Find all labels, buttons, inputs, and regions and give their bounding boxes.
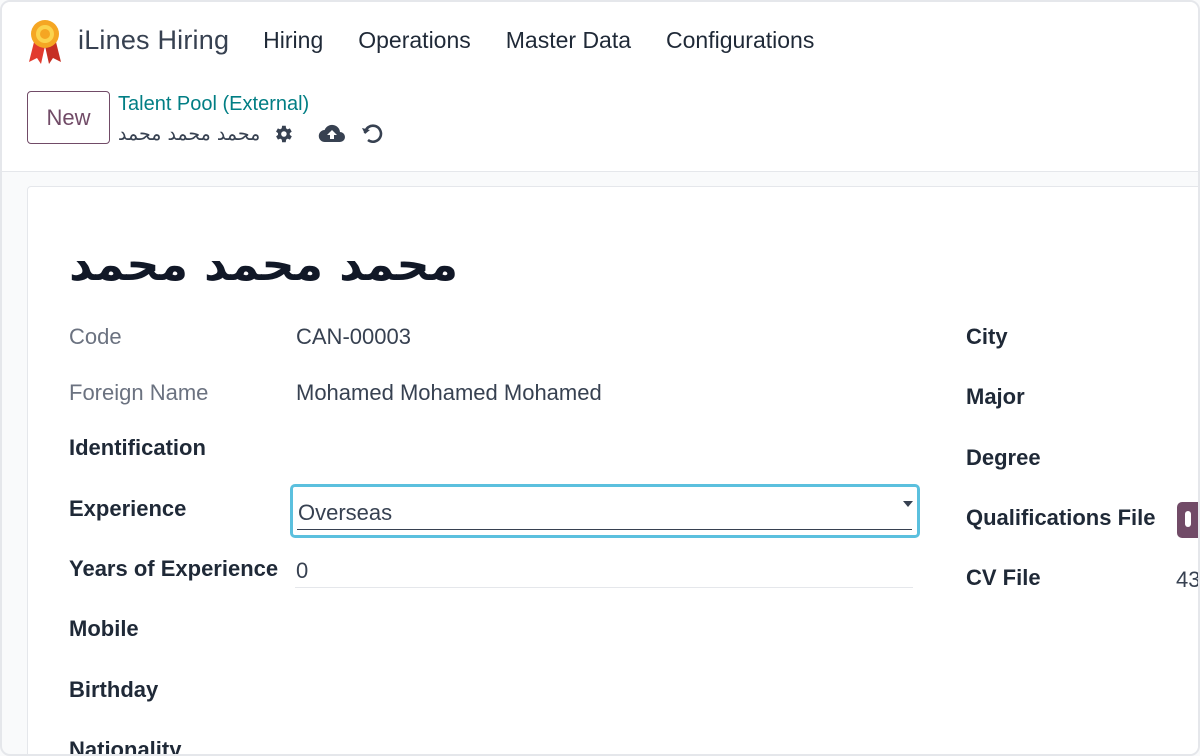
mobile-label: Mobile [69,616,139,641]
experience-label: Experience [69,496,187,521]
city-label: City [966,324,1008,349]
breadcrumb-talent-pool[interactable]: Talent Pool (External) [118,93,309,116]
menu-configurations[interactable]: Configurations [666,27,814,54]
code-label: Code [69,324,122,349]
award-ribbon-icon[interactable] [26,18,64,64]
years-input-underline [295,587,913,588]
breadcrumb-current: محمد محمد محمد [118,122,384,146]
code-value: CAN-00003 [296,324,411,349]
years-of-experience-input[interactable]: 0 [296,558,308,584]
foreign-name-label: Foreign Name [69,380,209,405]
cv-file-label: CV File [966,565,1041,590]
app-window: iLines Hiring Hiring Operations Master D… [0,0,1200,756]
birthday-label: Birthday [69,677,159,702]
foreign-name-value: Mohamed Mohamed Mohamed [296,380,602,405]
degree-label: Degree [966,445,1041,470]
major-label: Major [966,384,1025,409]
menu-master-data[interactable]: Master Data [506,27,631,54]
new-button[interactable]: New [27,91,110,144]
record-title[interactable]: محمد محمد محمد [69,237,458,291]
cv-file-value[interactable]: 43 [1176,567,1198,593]
control-panel: New Talent Pool (External) محمد محمد محم… [2,78,1198,172]
upload-file-button[interactable] [1177,502,1198,538]
top-navbar: iLines Hiring Hiring Operations Master D… [2,2,1198,78]
cloud-upload-icon[interactable] [318,123,346,145]
paperclip-icon [1185,511,1191,527]
experience-select-value[interactable]: Overseas [297,492,912,530]
identification-label: Identification [69,435,206,460]
experience-select[interactable]: Overseas [290,484,920,538]
breadcrumb-record-name: محمد محمد محمد [118,123,261,145]
discard-icon[interactable] [360,122,384,146]
app-title[interactable]: iLines Hiring [78,25,229,56]
gear-icon[interactable] [272,123,294,145]
qualifications-file-label: Qualifications File [966,505,1156,530]
form-sheet: محمد محمد محمد Code CAN-00003 Foreign Na… [27,186,1198,756]
nationality-label: Nationality [69,737,182,756]
menu-hiring[interactable]: Hiring [263,27,323,54]
menu-operations[interactable]: Operations [358,27,471,54]
years-of-experience-label: Years of Experience [69,556,279,581]
chevron-down-icon[interactable] [903,501,913,507]
